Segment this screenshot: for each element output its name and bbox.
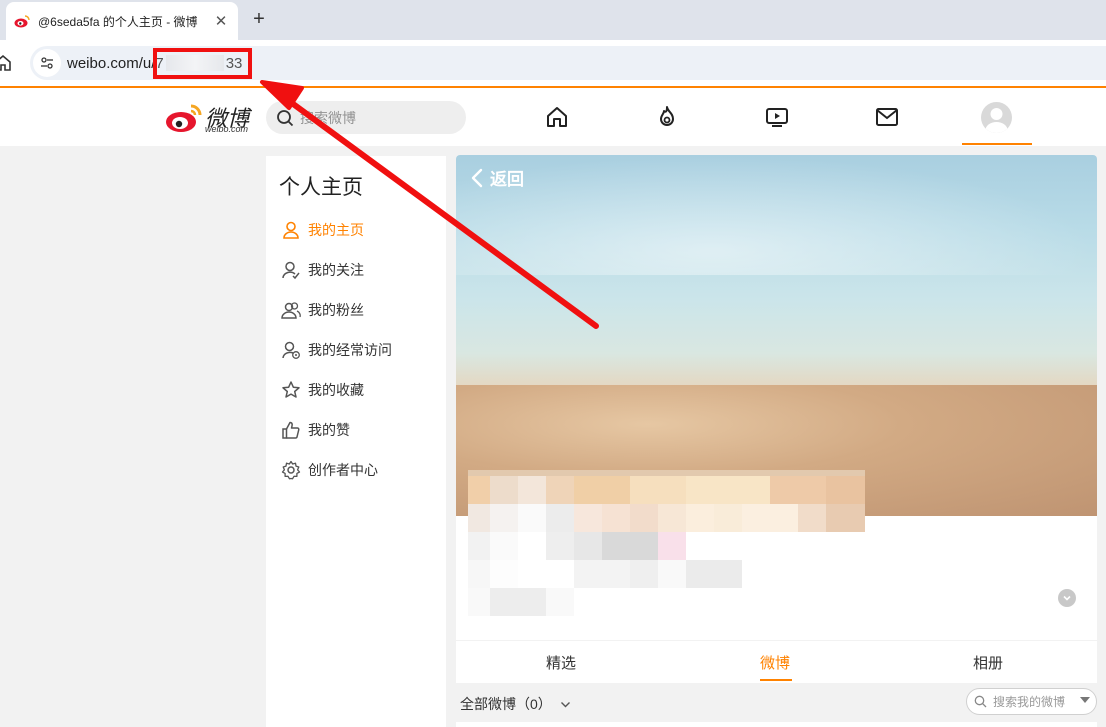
sidebar-item-favorites[interactable]: 我的收藏 [281,378,364,402]
sidebar-item-likes[interactable]: 我的赞 [281,418,350,442]
sidebar-item-label: 我的经常访问 [308,342,392,358]
all-weibo-filter[interactable]: 全部微博 （0） [460,694,571,714]
weibo-search-box[interactable] [266,101,466,134]
my-weibo-search[interactable]: 搜索我的微博 [966,688,1097,715]
user-follow-icon [282,261,300,280]
tab-title: @6seda5fa 的个人主页 - 微博 [38,14,198,29]
expand-info-button[interactable] [1058,589,1076,607]
sidebar-title: 个人主页 [279,176,363,199]
star-icon [282,381,300,398]
thumbs-up-icon [282,421,300,439]
profile-card: 返回 [456,155,1097,640]
sidebar-item-label: 我的粉丝 [308,302,364,318]
mail-icon[interactable] [875,105,899,129]
user-visit-icon [282,341,300,359]
tab-weibo[interactable]: 微博 [760,652,790,673]
browser-home-icon[interactable] [0,54,12,72]
active-tab-indicator [760,679,792,681]
user-icon [283,221,299,239]
profile-tabs: 精选 微博 相册 [456,641,1097,683]
chevron-left-icon [471,168,483,187]
feed-filter-row: 全部微博 （0） 搜索我的微博 [456,688,1097,716]
back-button[interactable]: 返回 [470,165,524,190]
sidebar-item-label: 我的关注 [308,262,364,278]
search-icon [277,109,294,126]
sidebar-item-following[interactable]: 我的关注 [281,258,364,282]
browser-tab-strip: @6seda5fa 的个人主页 - 微博 ✕ + [0,0,1106,40]
sidebar-item-fans[interactable]: 我的粉丝 [281,298,364,322]
users-fans-icon [281,302,301,319]
search-input[interactable] [300,109,450,126]
back-label: 返回 [490,170,524,189]
search-icon [974,695,987,708]
annotation-highlight-box [153,48,252,79]
profile-cover-image [456,155,1097,516]
tab-album[interactable]: 相册 [973,652,1003,673]
filter-all-label: 全部微博 [460,696,516,712]
tab-close-icon[interactable]: ✕ [212,12,230,30]
sidebar-item-label: 我的赞 [308,422,350,438]
feed-card-top [456,722,1097,727]
sidebar-item-label: 我的收藏 [308,382,364,398]
sidebar-item-label: 创作者中心 [308,462,378,478]
avatar[interactable] [981,102,1012,133]
home-icon[interactable] [545,105,569,129]
dropdown-caret-icon[interactable] [1080,697,1090,703]
my-weibo-search-placeholder: 搜索我的微博 [993,695,1066,709]
url-prefix: weibo.com/u/ [67,54,156,72]
weibo-logo[interactable]: 微博 weibo.com [165,101,257,135]
sidebar-item-my-home[interactable]: 我的主页 [281,218,364,242]
new-tab-button[interactable]: + [248,8,270,30]
sidebar-item-frequent-visits[interactable]: 我的经常访问 [281,338,392,362]
hot-fire-icon[interactable] [655,105,679,129]
weibo-header: 微博 weibo.com [0,88,1106,146]
logo-subtext: weibo.com [205,124,249,134]
filter-count: （0） [516,696,552,712]
sidebar-item-creator-center[interactable]: 创作者中心 [281,458,378,482]
gear-icon [281,460,301,480]
chevron-down-icon [560,701,570,707]
weibo-favicon-icon [14,15,30,28]
video-icon[interactable] [765,105,789,129]
active-nav-indicator [962,143,1032,145]
tab-featured[interactable]: 精选 [546,652,576,673]
browser-tab[interactable]: @6seda5fa 的个人主页 - 微博 ✕ [6,2,238,40]
chevron-down-icon [1063,595,1071,601]
sidebar-item-label: 我的主页 [308,222,364,238]
profile-sidebar: 个人主页 我的主页 我的关注 我的粉丝 我的经常访问 我的收藏 我的赞 创作者中… [266,156,446,727]
site-settings-icon[interactable] [33,49,61,77]
weibo-logo-icon [166,104,202,132]
